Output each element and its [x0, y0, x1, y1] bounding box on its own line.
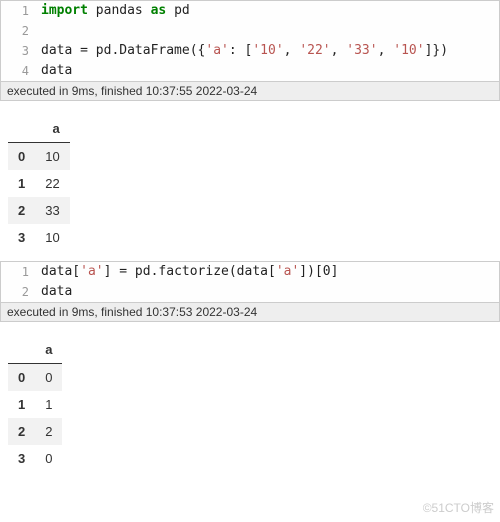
cell-value: 10 [35, 143, 69, 171]
code-text: data['a'] = pd.factorize(data['a'])[0] [37, 262, 338, 282]
code-line: 4data [1, 61, 499, 81]
code-text: import pandas as pd [37, 1, 190, 21]
code-line: 2 [1, 21, 499, 41]
column-header: a [35, 336, 62, 364]
row-index: 1 [8, 170, 35, 197]
code-line: 2data [1, 282, 499, 302]
cell-value: 1 [35, 391, 62, 418]
dataframe-table-1: a 010122233310 [8, 115, 70, 251]
line-number: 2 [1, 282, 37, 302]
table-row: 122 [8, 170, 70, 197]
table-corner [8, 336, 35, 364]
line-number: 4 [1, 61, 37, 81]
cell-value: 0 [35, 445, 62, 472]
code-text: data [37, 61, 72, 81]
row-index: 0 [8, 364, 35, 392]
cell-value: 2 [35, 418, 62, 445]
table-row: 233 [8, 197, 70, 224]
row-index: 3 [8, 224, 35, 251]
exec-status-2: executed in 9ms, finished 10:37:53 2022-… [0, 303, 500, 322]
cell-value: 0 [35, 364, 62, 392]
watermark: ©51CTO博客 [423, 499, 494, 516]
column-header: a [35, 115, 69, 143]
row-index: 2 [8, 418, 35, 445]
table-row: 22 [8, 418, 62, 445]
code-text: data [37, 282, 72, 302]
output-1: a 010122233310 [0, 101, 500, 261]
line-number: 2 [1, 21, 37, 41]
table-row: 00 [8, 364, 62, 392]
code-cell-2[interactable]: 1data['a'] = pd.factorize(data['a'])[0]2… [0, 261, 500, 303]
code-text [37, 21, 41, 41]
code-cell-1[interactable]: 1import pandas as pd23data = pd.DataFram… [0, 0, 500, 82]
code-line: 3data = pd.DataFrame({'a': ['10', '22', … [1, 41, 499, 61]
code-text: data = pd.DataFrame({'a': ['10', '22', '… [37, 41, 448, 61]
line-number: 1 [1, 1, 37, 21]
cell-value: 10 [35, 224, 69, 251]
cell-value: 22 [35, 170, 69, 197]
dataframe-table-2: a 00112230 [8, 336, 62, 472]
row-index: 1 [8, 391, 35, 418]
row-index: 0 [8, 143, 35, 171]
code-line: 1data['a'] = pd.factorize(data['a'])[0] [1, 262, 499, 282]
line-number: 1 [1, 262, 37, 282]
table-row: 010 [8, 143, 70, 171]
table-row: 310 [8, 224, 70, 251]
table-row: 11 [8, 391, 62, 418]
table-corner [8, 115, 35, 143]
exec-status-1: executed in 9ms, finished 10:37:55 2022-… [0, 82, 500, 101]
code-line: 1import pandas as pd [1, 1, 499, 21]
cell-value: 33 [35, 197, 69, 224]
row-index: 2 [8, 197, 35, 224]
line-number: 3 [1, 41, 37, 61]
table-row: 30 [8, 445, 62, 472]
output-2: a 00112230 [0, 322, 500, 482]
row-index: 3 [8, 445, 35, 472]
